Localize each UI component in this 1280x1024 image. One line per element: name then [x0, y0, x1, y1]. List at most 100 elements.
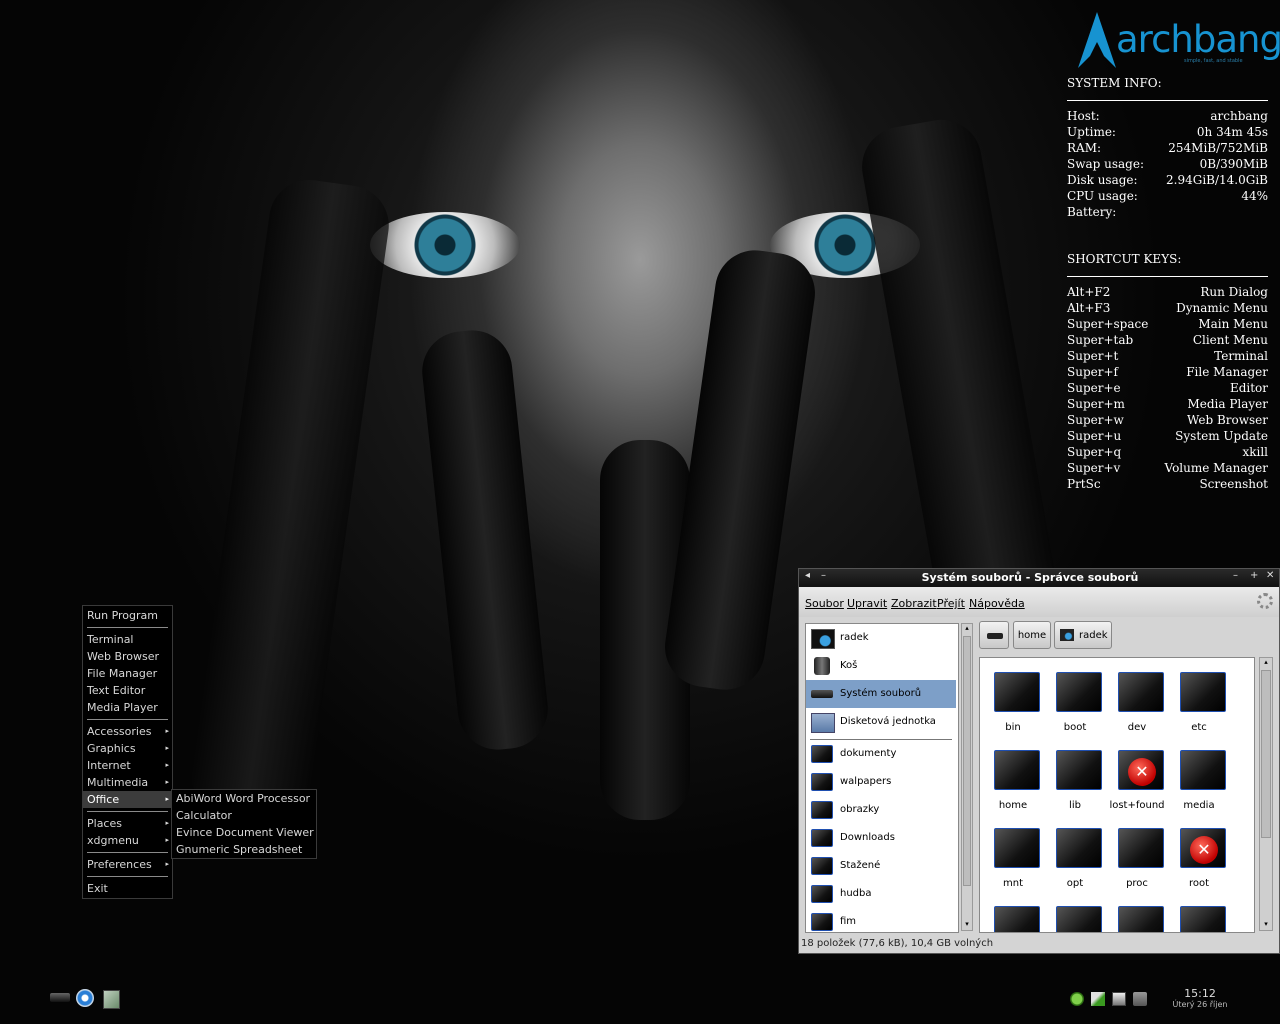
folder-item[interactable]: media [1168, 740, 1230, 818]
sidebar-item-filesystem[interactable]: Systém souborů [806, 680, 956, 708]
folder-item[interactable]: opt [1044, 818, 1106, 896]
menu-item-file-manager[interactable]: File Manager [83, 665, 172, 682]
sidebar-item-radek[interactable]: radek [806, 624, 956, 652]
folder-item[interactable]: mnt [982, 818, 1044, 896]
sidebar-bookmark-item[interactable]: obrazky [806, 796, 956, 824]
maximize-icon[interactable]: + [1250, 570, 1258, 581]
folder-item[interactable]: home [982, 740, 1044, 818]
update-tray-icon[interactable] [1091, 992, 1105, 1006]
scroll-down-icon[interactable]: ▾ [962, 920, 972, 930]
display-tray-icon[interactable] [1112, 992, 1126, 1006]
clipboard-tray-icon[interactable] [1133, 992, 1147, 1006]
folder-item[interactable]: dev [1106, 662, 1168, 740]
menu-zobrazit[interactable]: Zobrazit [891, 597, 937, 610]
shortcut-action: Run Dialog [1200, 285, 1268, 299]
menu-upravit[interactable]: Upravit [847, 597, 887, 610]
sidebar-bookmark-item[interactable]: walpapers [806, 768, 956, 796]
menu-item-run-program[interactable]: Run Program [83, 607, 172, 624]
menu-label: Internet [87, 759, 131, 772]
menu-napoveda[interactable]: Nápověda [969, 597, 1025, 610]
folder-icon [1180, 750, 1226, 790]
menu-separator [87, 811, 168, 812]
launcher-web-browser-icon[interactable] [76, 989, 94, 1007]
menu-soubor[interactable]: Soubor [805, 597, 844, 610]
folder-item[interactable] [982, 896, 1044, 932]
menu-item-preferences[interactable]: Preferences ▸ [83, 856, 172, 873]
scrollbar-thumb[interactable] [963, 636, 971, 886]
folder-icon [1118, 672, 1164, 712]
folder-view-scrollbar[interactable]: ▴ ▾ [1259, 657, 1273, 931]
arch-logo-icon [1078, 12, 1116, 68]
folder-item[interactable]: ✕ root [1168, 818, 1230, 896]
sidebar-bookmark-item[interactable]: hudba [806, 880, 956, 908]
menu-item-office[interactable]: Office ▸ [83, 791, 172, 808]
clock[interactable]: 15:12 Úterý 26 říjen [1170, 987, 1230, 1009]
folder-item[interactable] [1044, 896, 1106, 932]
menu-item-exit[interactable]: Exit [83, 880, 172, 897]
menu-item-graphics[interactable]: Graphics ▸ [83, 740, 172, 757]
menu-item-media-player[interactable]: Media Player [83, 699, 172, 716]
menu-item-evince[interactable]: Evince Document Viewer [172, 824, 316, 841]
openbox-menu: Run Program Terminal Web Browser File Ma… [82, 605, 173, 899]
menu-item-accessories[interactable]: Accessories ▸ [83, 723, 172, 740]
scroll-up-icon[interactable]: ▴ [962, 624, 972, 634]
sidebar-item-label: dokumenty [840, 748, 897, 759]
path-home-button[interactable]: home [1013, 621, 1051, 649]
close-icon[interactable]: ✕ [1266, 570, 1274, 581]
menu-label: Preferences [87, 858, 152, 871]
folder-name: proc [1126, 878, 1148, 889]
menu-item-calculator[interactable]: Calculator [172, 807, 316, 824]
folder-icon [811, 885, 833, 903]
launcher-file-manager-icon[interactable] [50, 993, 70, 1002]
folder-item[interactable] [1168, 896, 1230, 932]
system-info-label: Host: [1067, 109, 1100, 123]
shortcut-key: PrtSc [1067, 477, 1101, 491]
menu-item-text-editor[interactable]: Text Editor [83, 682, 172, 699]
folder-item[interactable]: bin [982, 662, 1044, 740]
path-radek-button[interactable]: radek [1054, 621, 1112, 649]
network-tray-icon[interactable] [1070, 992, 1084, 1006]
scroll-up-icon[interactable]: ▴ [1260, 658, 1272, 668]
menu-item-places[interactable]: Places ▸ [83, 815, 172, 832]
sidebar-scrollbar[interactable]: ▴ ▾ [961, 623, 973, 931]
window-titlebar[interactable]: ◂ – Systém souborů - Správce souborů – +… [799, 569, 1279, 587]
menu-item-internet[interactable]: Internet ▸ [83, 757, 172, 774]
menu-item-gnumeric[interactable]: Gnumeric Spreadsheet [172, 841, 316, 858]
shortcut-key: Alt+F3 [1067, 301, 1111, 315]
shortcut-row: Super+f File Manager [1067, 364, 1268, 380]
folder-item[interactable]: lib [1044, 740, 1106, 818]
menu-prejit[interactable]: Přejít [937, 597, 965, 610]
submenu-arrow-icon: ▸ [165, 744, 169, 752]
sidebar-bookmark-item[interactable]: fim [806, 908, 956, 932]
scrollbar-thumb[interactable] [1261, 670, 1271, 838]
folder-item[interactable]: proc [1106, 818, 1168, 896]
folder-item[interactable]: etc [1168, 662, 1230, 740]
sidebar-item-label: Koš [840, 660, 858, 671]
menu-item-multimedia[interactable]: Multimedia ▸ [83, 774, 172, 791]
shortcut-row: PrtSc Screenshot [1067, 476, 1268, 492]
folder-item[interactable]: ✕ lost+found [1106, 740, 1168, 818]
archbang-logo: archbang simple, fast, and stable [1076, 12, 1280, 68]
folder-item[interactable]: boot [1044, 662, 1106, 740]
system-info-title: SYSTEM INFO: [1067, 76, 1162, 90]
menu-item-abiword[interactable]: AbiWord Word Processor [172, 790, 316, 807]
sidebar-bookmark-item[interactable]: dokumenty [806, 740, 956, 768]
path-root-button[interactable] [979, 621, 1009, 649]
sidebar-item-trash[interactable]: Koš [806, 652, 956, 680]
launcher-editor-icon[interactable] [103, 990, 120, 1009]
sidebar-bookmark-item[interactable]: Downloads [806, 824, 956, 852]
system-info-label: Swap usage: [1067, 157, 1145, 171]
minimize-icon[interactable]: – [1233, 570, 1238, 581]
shortcut-key: Super+space [1067, 317, 1149, 331]
sidebar-bookmark-item[interactable]: Stažené [806, 852, 956, 880]
shortcut-row: Alt+F2 Run Dialog [1067, 284, 1268, 300]
menu-item-web-browser[interactable]: Web Browser [83, 648, 172, 665]
menu-label: Graphics [87, 742, 136, 755]
menu-item-xdgmenu[interactable]: xdgmenu ▸ [83, 832, 172, 849]
scroll-down-icon[interactable]: ▾ [1260, 920, 1272, 930]
sidebar-item-floppy[interactable]: Disketová jednotka [806, 708, 956, 736]
folder-item[interactable] [1106, 896, 1168, 932]
folder-name: lost+found [1109, 800, 1165, 811]
system-info-row: Battery: [1067, 204, 1268, 220]
menu-item-terminal[interactable]: Terminal [83, 631, 172, 648]
